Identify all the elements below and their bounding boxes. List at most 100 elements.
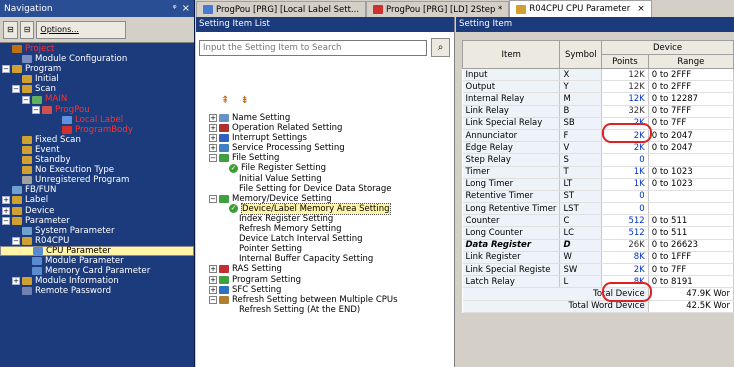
setting-tree-item[interactable]: + Operation Related Setting — [196, 123, 454, 133]
collapse-icon[interactable]: − — [12, 85, 20, 94]
device-points-cell[interactable]: 2K — [601, 141, 649, 155]
device-row[interactable]: Long Timer LT 1K 0 to 1023 — [462, 178, 734, 191]
nav-tree-item[interactable]: − MAIN — [0, 94, 194, 104]
device-points-cell[interactable]: 0 — [601, 190, 649, 204]
device-points-cell[interactable]: 12K — [601, 80, 649, 94]
device-points-cell[interactable]: 512 — [601, 226, 649, 240]
pin-icon[interactable]: ᵠ — [173, 4, 177, 14]
nav-tree-item[interactable]: − Parameter — [0, 216, 194, 226]
nav-tree-item[interactable]: + Device — [0, 206, 194, 216]
setting-tree-item[interactable]: ✓ Device/Label Memory Area Setting — [196, 202, 454, 215]
tree-sort-icons[interactable]: ⇞ ⇟ — [221, 95, 253, 106]
device-row[interactable]: Link Special Registe SW 2K 0 to 7FF — [462, 263, 734, 277]
search-button[interactable]: ⌕ — [431, 38, 450, 57]
nav-tree-item[interactable]: + Label — [0, 195, 194, 205]
nav-tree-item[interactable]: + Module Information — [0, 276, 194, 286]
expand-icon[interactable]: + — [209, 134, 217, 143]
tab-close-icon[interactable]: × — [637, 4, 645, 14]
device-points-cell[interactable]: 32K — [601, 105, 649, 118]
collapse-icon[interactable]: − — [2, 216, 10, 225]
setting-tree-item[interactable]: + Name Setting — [196, 113, 454, 123]
collapse-icon[interactable]: − — [12, 236, 20, 245]
setting-search-input[interactable] — [199, 40, 427, 56]
device-points-cell[interactable]: 12K — [601, 92, 649, 106]
setting-tree-item[interactable]: + RAS Setting — [196, 264, 454, 274]
setting-tree-item[interactable]: Initial Value Setting — [196, 174, 454, 184]
nav-tree-item[interactable]: Memory Card Parameter — [0, 266, 194, 276]
device-row[interactable]: Counter C 512 0 to 511 — [462, 214, 734, 228]
expand-icon[interactable]: + — [209, 114, 217, 123]
nav-tree-item[interactable]: System Parameter — [0, 226, 194, 236]
device-points-cell[interactable]: 8K — [601, 251, 649, 265]
nav-tree-item[interactable]: Remote Password — [0, 286, 194, 296]
device-row[interactable]: Output Y 12K 0 to 2FFF — [462, 80, 734, 94]
device-row[interactable]: Annunciator F 2K 0 to 2047 — [462, 129, 734, 143]
device-points-cell[interactable]: 1K — [601, 166, 649, 179]
device-row[interactable]: Data Register D 26K 0 to 26623 — [462, 239, 734, 252]
collapse-icon[interactable]: − — [32, 105, 40, 114]
expand-icon[interactable]: + — [209, 124, 217, 133]
expand-icon[interactable]: + — [2, 206, 10, 215]
setting-tree-item[interactable]: + Interrupt Settings — [196, 133, 454, 143]
expand-icon[interactable]: + — [209, 275, 217, 284]
setting-tree-item[interactable]: Internal Buffer Capacity Setting — [196, 254, 454, 264]
editor-tab[interactable]: R04CPU CPU Parameter × — [509, 0, 652, 17]
expand-all-button[interactable]: ⊟ — [19, 20, 35, 39]
device-row[interactable]: Latch Relay L 8K 0 to 8191 — [462, 275, 734, 289]
nav-tree-item[interactable]: CPU Parameter — [0, 245, 194, 256]
nav-tree-item[interactable]: − Program — [0, 64, 194, 74]
nav-tree-item[interactable]: Local Label — [0, 115, 194, 125]
expand-icon[interactable]: + — [209, 285, 217, 294]
collapse-all-button[interactable]: ⊟ — [3, 20, 18, 39]
device-row[interactable]: Edge Relay V 2K 0 to 2047 — [462, 141, 734, 155]
nav-tree-item[interactable]: − R04CPU — [0, 236, 194, 246]
collapse-icon[interactable]: − — [209, 154, 217, 163]
setting-tree-item[interactable]: File Setting for Device Data Storage — [196, 184, 454, 194]
nav-tree-item[interactable]: Initial — [0, 74, 194, 84]
device-points-cell[interactable]: 0 — [601, 202, 649, 216]
nav-tree-item[interactable]: ProgramBody — [0, 125, 194, 135]
expand-icon[interactable]: + — [12, 277, 20, 286]
nav-tree-item[interactable]: Project — [0, 44, 194, 54]
device-points-cell[interactable]: 26K — [601, 239, 649, 252]
collapse-icon[interactable]: − — [2, 65, 10, 74]
setting-tree-item[interactable]: + Service Processing Setting — [196, 143, 454, 153]
device-points-cell[interactable]: 2K — [601, 263, 649, 277]
setting-tree-item[interactable]: Refresh Memory Setting — [196, 224, 454, 234]
device-points-cell[interactable]: 0 — [601, 153, 649, 167]
device-points-cell[interactable]: 12K — [601, 68, 649, 82]
setting-tree-item[interactable]: Pointer Setting — [196, 244, 454, 254]
setting-tree-item[interactable]: + SFC Setting — [196, 285, 454, 295]
setting-tree-item[interactable]: − Refresh Setting between Multiple CPUs — [196, 295, 454, 305]
device-row[interactable]: Input X 12K 0 to 2FFF — [462, 68, 734, 82]
nav-tree-item[interactable]: − ProgPou — [0, 105, 194, 115]
device-row[interactable]: Step Relay S 0 — [462, 153, 734, 167]
collapse-icon[interactable]: − — [22, 95, 30, 104]
device-row[interactable]: Long Retentive Timer LST 0 — [462, 202, 734, 216]
device-row[interactable]: Internal Relay M 12K 0 to 12287 — [462, 92, 734, 106]
editor-tab[interactable]: ProgPou [PRG] [LD] 2Step * — [366, 1, 510, 17]
nav-tree-item[interactable]: Standby — [0, 155, 194, 165]
device-row[interactable]: Timer T 1K 0 to 1023 — [462, 166, 734, 179]
device-row[interactable]: Link Register W 8K 0 to 1FFF — [462, 251, 734, 265]
nav-tree-item[interactable]: Fixed Scan — [0, 135, 194, 145]
collapse-icon[interactable]: − — [209, 194, 217, 203]
setting-tree-item[interactable]: ✓ File Register Setting — [196, 163, 454, 173]
editor-tab[interactable]: ProgPou [PRG] [Local Label Sett... — [196, 1, 367, 17]
setting-tree-item[interactable]: + Program Setting — [196, 275, 454, 285]
nav-tree-item[interactable]: Module Configuration — [0, 54, 194, 64]
nav-tree-item[interactable]: FB/FUN — [0, 185, 194, 195]
device-row[interactable]: Retentive Timer ST 0 — [462, 190, 734, 204]
setting-tree-item[interactable]: Index Register Setting — [196, 214, 454, 224]
expand-icon[interactable]: + — [209, 144, 217, 153]
nav-tree-item[interactable]: No Execution Type — [0, 165, 194, 175]
setting-tree-item[interactable]: Refresh Setting (At the END) — [196, 305, 454, 315]
setting-tree-item[interactable]: − File Setting — [196, 153, 454, 163]
device-row[interactable]: Link Relay B 32K 0 to 7FFF — [462, 105, 734, 118]
nav-tree-item[interactable]: Event — [0, 145, 194, 155]
options-button[interactable]: Options... — [36, 20, 127, 39]
expand-icon[interactable]: + — [209, 265, 217, 274]
nav-tree-item[interactable]: Unregistered Program — [0, 175, 194, 185]
collapse-icon[interactable]: − — [209, 295, 217, 304]
nav-tree-item[interactable]: − Scan — [0, 84, 194, 94]
